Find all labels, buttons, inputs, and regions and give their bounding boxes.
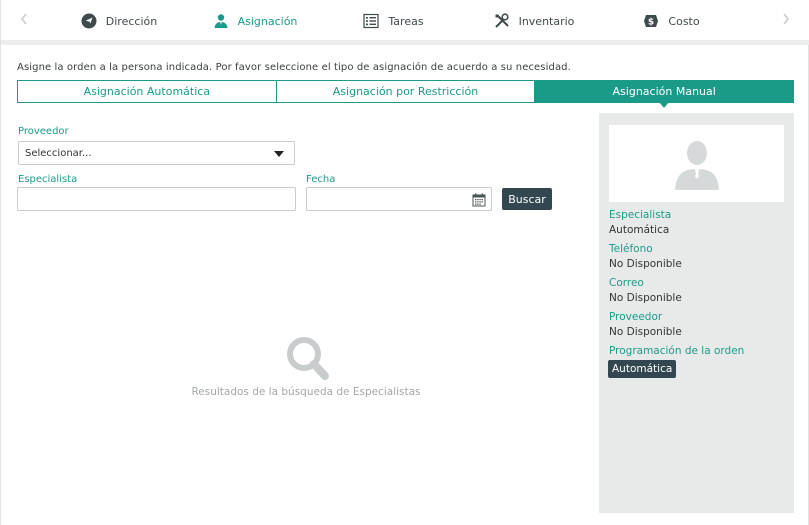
specialist-details-panel: Especialista Automática Teléfono No Disp… [599, 113, 794, 513]
chevron-left-icon[interactable] [15, 12, 33, 32]
segment-automatic[interactable]: Asignación Automática [17, 80, 277, 103]
tab-label: Inventario [518, 14, 575, 28]
empty-results-text: Resultados de la búsqueda de Especialist… [191, 386, 421, 398]
panel-email-value: No Disponible [609, 292, 682, 304]
tab-tareas[interactable]: Tareas [333, 0, 453, 42]
specialist-input[interactable] [17, 187, 296, 211]
provider-select-value: Seleccionar... [25, 147, 92, 159]
caret-down-icon [274, 151, 284, 157]
panel-provider-label: Proveedor [609, 311, 663, 323]
tools-icon [493, 12, 511, 30]
search-icon [283, 334, 331, 382]
assignment-type-selector: Asignación Automática Asignación por Res… [17, 80, 795, 108]
tab-bar: Dirección Asignación Tareas Inventario $ [1, 0, 809, 45]
task-list-icon [362, 12, 380, 30]
panel-specialist-value: Automática [609, 224, 670, 236]
panel-specialist-label: Especialista [609, 209, 672, 221]
tab-costo[interactable]: $ Costo [611, 0, 731, 42]
tab-label: Asignación [237, 14, 298, 28]
specialist-label: Especialista [18, 174, 78, 185]
date-label: Fecha [306, 174, 336, 185]
schedule-badge: Automática [608, 360, 677, 378]
dollar-tag-icon: $ [642, 12, 660, 30]
svg-text:$: $ [648, 18, 654, 28]
panel-phone-value: No Disponible [609, 258, 682, 270]
segment-restriction[interactable]: Asignación por Restricción [276, 80, 536, 103]
segment-manual[interactable]: Asignación Manual [535, 80, 795, 108]
chevron-right-icon[interactable] [777, 12, 795, 32]
instruction-text: Asigne la orden a la persona indicada. P… [17, 62, 571, 73]
provider-select[interactable]: Seleccionar... [18, 141, 295, 165]
calendar-icon[interactable] [472, 192, 486, 207]
tab-label: Costo [668, 14, 700, 28]
person-icon [212, 12, 230, 30]
tab-asignacion[interactable]: Asignación [185, 0, 324, 45]
tab-inventario[interactable]: Inventario [471, 0, 596, 42]
navigation-arrow-icon [80, 12, 98, 30]
panel-email-label: Correo [609, 277, 644, 289]
panel-provider-value: No Disponible [609, 326, 682, 338]
search-button[interactable]: Buscar [502, 188, 552, 210]
panel-schedule-label: Programación de la orden [609, 345, 745, 357]
tab-bar-divider [1, 40, 809, 45]
person-silhouette-icon [674, 140, 719, 190]
tab-label: Dirección [105, 14, 158, 28]
date-input[interactable] [306, 187, 492, 211]
tab-direccion[interactable]: Dirección [61, 0, 176, 42]
panel-phone-label: Teléfono [609, 243, 653, 255]
tab-label: Tareas [388, 14, 424, 28]
provider-label: Proveedor [18, 126, 69, 137]
work-order-window: Dirección Asignación Tareas Inventario $ [0, 0, 809, 525]
avatar [609, 125, 784, 202]
